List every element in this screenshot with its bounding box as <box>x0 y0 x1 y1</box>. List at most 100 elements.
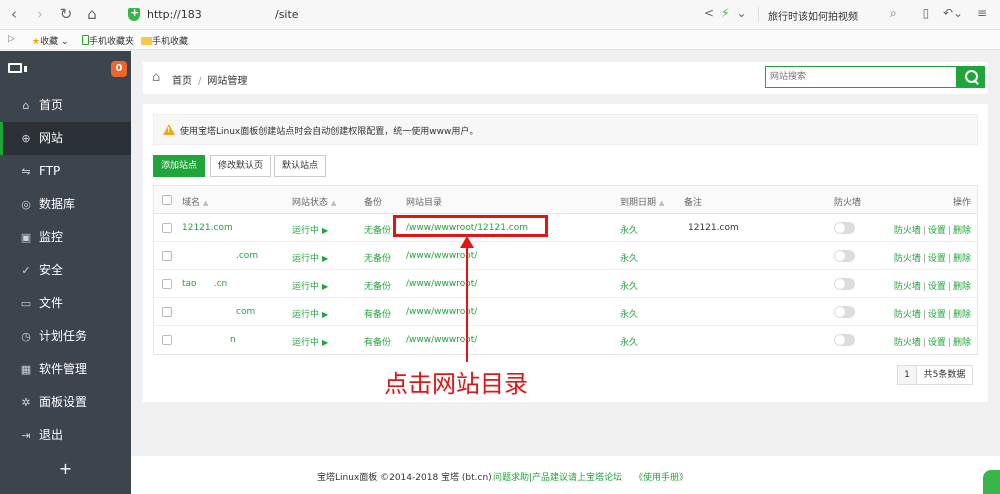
add-button[interactable]: + <box>0 455 131 483</box>
breadcrumb-bar: ⌂ 首页 / 网站管理 <box>143 62 988 94</box>
row-checkbox[interactable] <box>162 279 172 289</box>
col-expire[interactable]: 到期日期 ▲ <box>620 195 664 208</box>
select-all-checkbox[interactable] <box>162 195 172 205</box>
manual-link[interactable]: 《使用手册》 <box>634 470 688 483</box>
row-actions: 防火墙 | 设置 | 删除 <box>894 335 971 348</box>
firewall-toggle[interactable] <box>834 250 855 262</box>
site-expire[interactable]: 永久 <box>620 279 638 292</box>
site-backup[interactable]: 有备份 <box>364 307 391 320</box>
undo-icon[interactable]: ↶⌄ <box>943 6 963 20</box>
table-row: n 运行中 ▶ 有备份 /www/wwwroot/ 永久 防火墙 | 设置 | 删除 <box>154 326 977 354</box>
sidebar-item-security[interactable]: ✓ 安全 <box>0 254 131 287</box>
sidebar-item-website[interactable]: ⊕ 网站 <box>0 122 131 155</box>
firewall-link[interactable]: 防火墙 <box>894 226 921 236</box>
address-bar[interactable]: http://183 /site <box>120 3 700 27</box>
bookmark-mobile-folder-label: 手机收藏夹 <box>89 37 135 47</box>
site-expire[interactable]: 永久 <box>620 251 638 264</box>
server-monitor-icon[interactable] <box>8 63 27 73</box>
firewall-link[interactable]: 防火墙 <box>894 338 921 348</box>
sidebar-item-cron[interactable]: ◷ 计划任务 <box>0 320 131 353</box>
settings-link[interactable]: 设置 <box>928 310 946 320</box>
site-domain[interactable]: .com <box>236 251 258 261</box>
sidebar-item-database[interactable]: ◎ 数据库 <box>0 188 131 221</box>
back-icon[interactable]: ‹ <box>5 5 23 23</box>
row-checkbox[interactable] <box>162 307 172 317</box>
sidebar-item-software[interactable]: ▦ 软件管理 <box>0 353 131 386</box>
delete-link[interactable]: 删除 <box>953 254 971 264</box>
sidebar-item-settings[interactable]: ✲ 面板设置 <box>0 386 131 419</box>
firewall-link[interactable]: 防火墙 <box>894 282 921 292</box>
site-note[interactable]: 12121.com <box>688 223 739 233</box>
highlight-box <box>393 215 548 237</box>
delete-link[interactable]: 删除 <box>953 338 971 348</box>
search-input[interactable] <box>770 67 950 87</box>
site-expire[interactable]: 永久 <box>620 307 638 320</box>
forward-icon[interactable]: › <box>31 5 49 23</box>
row-checkbox[interactable] <box>162 223 172 233</box>
site-status[interactable]: 运行中 ▶ <box>292 335 328 348</box>
settings-link[interactable]: 设置 <box>928 226 946 236</box>
site-domain[interactable]: 12121.com <box>182 223 233 233</box>
copyright: 宝塔Linux面板 ©2014-2018 宝塔 (bt.cn) <box>317 473 492 483</box>
site-domain[interactable]: tao .cn <box>182 279 227 289</box>
col-status[interactable]: 网站状态 ▲ <box>292 195 336 208</box>
bookmark-fav[interactable]: ★收藏 ⌄ <box>32 34 69 47</box>
site-backup[interactable]: 无备份 <box>364 279 391 292</box>
breadcrumb-home[interactable]: 首页 <box>172 76 192 87</box>
phone-icon[interactable]: ▯ <box>923 6 930 20</box>
firewall-toggle[interactable] <box>834 334 855 346</box>
menu-icon[interactable]: ≡ <box>977 6 987 20</box>
home-browser-icon[interactable]: ⌂ <box>83 5 101 23</box>
delete-link[interactable]: 删除 <box>953 310 971 320</box>
site-status[interactable]: 运行中 ▶ <box>292 279 328 292</box>
forum-link[interactable]: 问题求助|产品建议请上宝塔论坛 <box>493 470 622 483</box>
row-checkbox[interactable] <box>162 335 172 345</box>
share-icon[interactable]: < <box>704 6 714 20</box>
site-status[interactable]: 运行中 ▶ <box>292 223 328 236</box>
sidebar-item-monitor[interactable]: ▣ 监控 <box>0 221 131 254</box>
bookmark-mobile-fav[interactable]: 手机收藏 <box>141 34 188 47</box>
site-expire[interactable]: 永久 <box>620 335 638 348</box>
notification-badge[interactable]: 0 <box>111 61 127 77</box>
firewall-toggle[interactable] <box>834 306 855 318</box>
table-row: .com 运行中 ▶ 无备份 /www/wwwroot/ 永久 防火墙 | 设置 | 删除 <box>154 242 977 270</box>
row-checkbox[interactable] <box>162 251 172 261</box>
bookmark-mobile-folder[interactable]: 手机收藏夹 <box>82 34 134 47</box>
settings-link[interactable]: 设置 <box>928 254 946 264</box>
firewall-link[interactable]: 防火墙 <box>894 310 921 320</box>
site-domain[interactable]: com <box>236 307 255 317</box>
sidebar-item-logout[interactable]: ⇥ 退出 <box>0 419 131 452</box>
firewall-toggle[interactable] <box>834 222 855 234</box>
col-expire-label: 到期日期 <box>620 198 657 208</box>
settings-link[interactable]: 设置 <box>928 338 946 348</box>
site-backup[interactable]: 无备份 <box>364 223 391 236</box>
site-backup[interactable]: 无备份 <box>364 251 391 264</box>
edit-default-page-button[interactable]: 修改默认页 <box>210 155 272 177</box>
firewall-toggle[interactable] <box>834 278 855 290</box>
col-domain[interactable]: 域名 ▲ <box>182 195 208 208</box>
page-number[interactable]: 1 <box>897 365 917 385</box>
search-icon[interactable]: ⌕ <box>890 6 897 21</box>
home-icon[interactable]: ⌂ <box>152 70 166 85</box>
search-button[interactable] <box>957 66 985 88</box>
site-domain[interactable]: n <box>230 335 236 345</box>
search-suggestion[interactable]: 旅行时该如何拍视频 <box>768 8 858 23</box>
firewall-link[interactable]: 防火墙 <box>894 254 921 264</box>
add-site-button[interactable]: 添加站点 <box>153 155 206 177</box>
delete-link[interactable]: 删除 <box>953 226 971 236</box>
bolt-icon[interactable]: ⚡ <box>721 6 729 20</box>
dropdown-icon[interactable]: ⌄ <box>737 6 747 20</box>
delete-link[interactable]: 删除 <box>953 282 971 292</box>
reload-icon[interactable]: ↻ <box>57 5 75 23</box>
default-site-button[interactable]: 默认站点 <box>274 155 327 177</box>
site-status[interactable]: 运行中 ▶ <box>292 251 328 264</box>
settings-link[interactable]: 设置 <box>928 282 946 292</box>
sidebar-item-files[interactable]: ▭ 文件 <box>0 287 131 320</box>
corner-widget[interactable] <box>983 470 1000 494</box>
sidebar-item-home[interactable]: ⌂ 首页 <box>0 89 131 122</box>
site-backup[interactable]: 有备份 <box>364 335 391 348</box>
site-expire[interactable]: 永久 <box>620 223 638 236</box>
site-status[interactable]: 运行中 ▶ <box>292 307 328 320</box>
sidebar-toggle-icon[interactable]: ▷ <box>8 34 15 44</box>
sidebar-item-ftp[interactable]: ⇋ FTP <box>0 155 131 188</box>
